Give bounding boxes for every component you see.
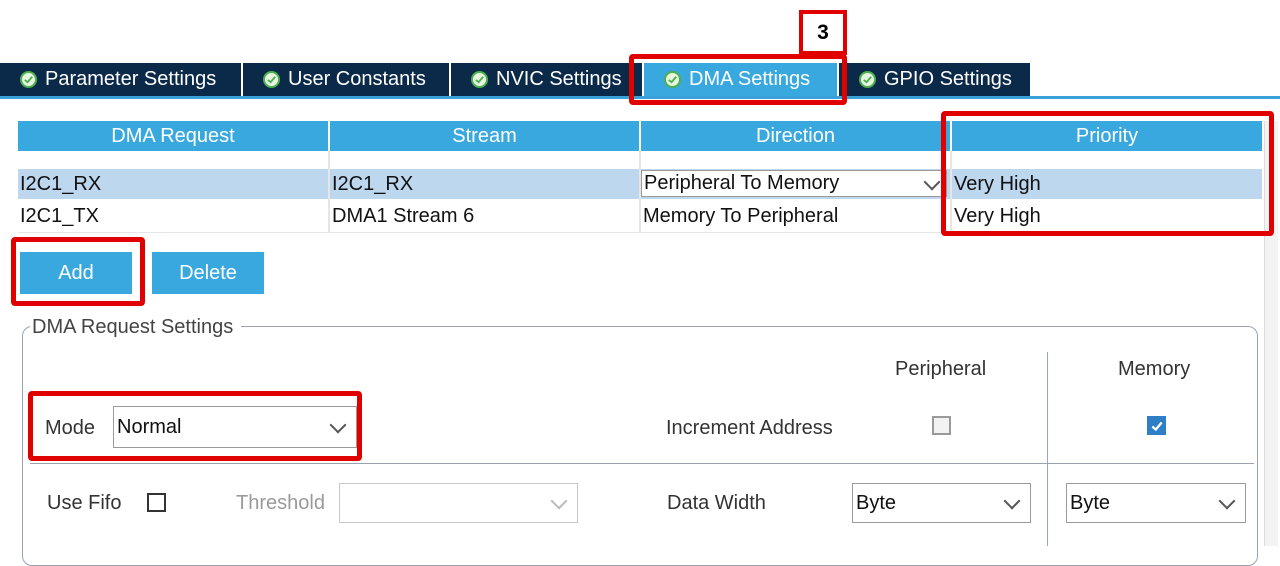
chevron-down-icon [923, 173, 941, 190]
tab-parameter-settings[interactable]: Parameter Settings [0, 63, 243, 96]
memory-column-header: Memory [1118, 358, 1191, 380]
column-divider [328, 151, 330, 233]
data-width-label: Data Width [667, 492, 766, 514]
tab-user-constants[interactable]: User Constants [243, 63, 451, 96]
highlight-box-priority [941, 111, 1274, 236]
highlight-box-add-button [11, 237, 145, 306]
chevron-down-icon [550, 492, 568, 510]
cell-stream: DMA1 Stream 6 [332, 204, 475, 227]
column-header-dma-request[interactable]: DMA Request [18, 121, 328, 151]
chevron-down-icon [1003, 492, 1021, 510]
cell-dma-request: I2C1_TX [20, 204, 99, 227]
column-header-direction[interactable]: Direction [641, 121, 950, 151]
cell-dma-request: I2C1_RX [20, 172, 102, 195]
threshold-label: Threshold [236, 492, 325, 514]
column-header-stream[interactable]: Stream [330, 121, 639, 151]
increment-address-label: Increment Address [666, 417, 833, 439]
check-circle-icon [471, 71, 488, 88]
highlight-box-dma-tab [629, 54, 847, 105]
cell-direction: Memory To Peripheral [643, 204, 839, 227]
checkmark-icon [1151, 421, 1163, 431]
tab-label: GPIO Settings [884, 68, 1012, 90]
increment-memory-checkbox[interactable] [1147, 416, 1166, 435]
tab-label: NVIC Settings [496, 68, 622, 90]
increment-peripheral-checkbox[interactable] [932, 416, 951, 435]
data-width-peripheral-select[interactable]: Byte [852, 483, 1031, 523]
threshold-select[interactable] [339, 483, 578, 523]
direction-select-value: Peripheral To Memory [644, 172, 840, 194]
annotation-step-number: 3 [799, 10, 847, 55]
use-fifo-checkbox[interactable] [147, 493, 166, 512]
tab-gpio-settings[interactable]: GPIO Settings [839, 63, 1032, 96]
tab-label: User Constants [288, 68, 426, 90]
highlight-box-mode [28, 391, 362, 461]
use-fifo-label: Use Fifo [47, 492, 122, 514]
check-circle-icon [859, 71, 876, 88]
data-width-peripheral-value: Byte [856, 491, 897, 514]
section-divider [30, 463, 1254, 464]
tab-label: Parameter Settings [45, 68, 217, 90]
direction-select[interactable]: Peripheral To Memory [641, 170, 947, 197]
cell-stream: I2C1_RX [332, 172, 414, 195]
chevron-down-icon [1218, 492, 1236, 510]
data-width-memory-select[interactable]: Byte [1066, 483, 1246, 523]
tab-nvic-settings[interactable]: NVIC Settings [451, 63, 644, 96]
column-divider [639, 151, 641, 233]
peripheral-column-header: Peripheral [895, 358, 987, 380]
check-circle-icon [20, 71, 37, 88]
column-divider [1047, 352, 1048, 546]
delete-button[interactable]: Delete [152, 252, 264, 294]
data-width-memory-value: Byte [1070, 491, 1111, 514]
check-circle-icon [263, 71, 280, 88]
dma-request-settings-legend: DMA Request Settings [30, 316, 242, 339]
